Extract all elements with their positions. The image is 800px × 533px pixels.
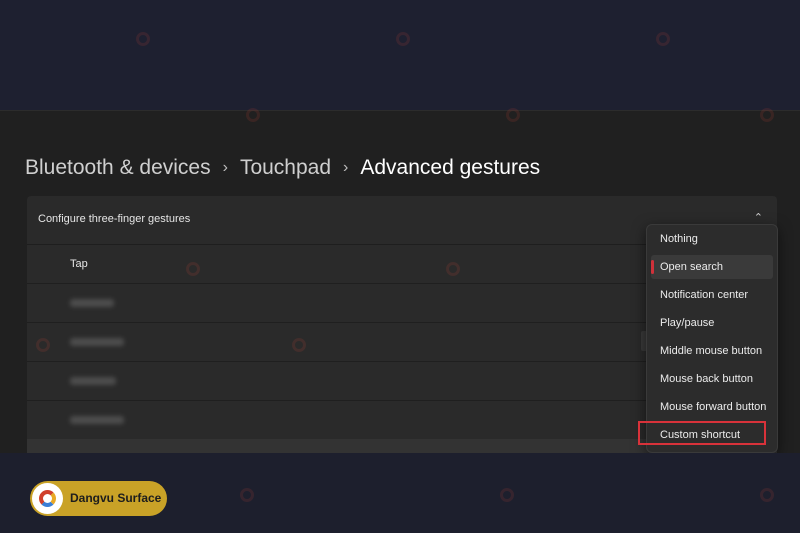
gesture-row-label: Tap — [70, 258, 88, 270]
option-label: Open search — [660, 261, 723, 273]
option-label: Mouse back button — [660, 373, 753, 385]
blurred-label — [70, 299, 114, 307]
breadcrumb-separator: › — [222, 159, 228, 176]
option-mouse-forward-button[interactable]: Mouse forward button — [651, 395, 773, 419]
watermark-logo-icon — [656, 32, 670, 46]
breadcrumb-separator: › — [343, 159, 349, 176]
option-nothing[interactable]: Nothing — [651, 227, 773, 251]
watermark-logo-icon — [36, 338, 50, 352]
watermark-logo-icon — [446, 262, 460, 276]
chevron-up-icon[interactable]: ⌃ — [754, 211, 763, 224]
watermark-logo-icon — [246, 108, 260, 122]
watermark-logo-icon — [136, 32, 150, 46]
logo-badge — [32, 483, 63, 514]
breadcrumb-item-touchpad[interactable]: Touchpad — [240, 156, 331, 180]
top-background — [0, 0, 800, 110]
watermark-label: Dangvu Surface — [70, 491, 162, 505]
option-label: Play/pause — [660, 317, 715, 329]
option-mouse-back-button[interactable]: Mouse back button — [651, 367, 773, 391]
blurred-label — [70, 338, 124, 346]
watermark-logo-icon — [760, 488, 774, 502]
option-middle-mouse-button[interactable]: Middle mouse button — [651, 339, 773, 363]
watermark-logo-icon — [240, 488, 254, 502]
dangvu-surface-watermark: Dangvu Surface — [30, 481, 167, 516]
custom-shortcut-highlight — [638, 421, 766, 445]
blurred-label — [70, 377, 116, 385]
breadcrumb-item-bluetooth-devices[interactable]: Bluetooth & devices — [25, 156, 211, 180]
page-title: Advanced gestures — [360, 156, 541, 179]
dangvu-logo-icon — [39, 490, 56, 507]
option-open-search[interactable]: Open search — [651, 255, 773, 279]
watermark-logo-icon — [396, 32, 410, 46]
watermark-logo-icon — [186, 262, 200, 276]
option-label: Notification center — [660, 289, 749, 301]
watermark-logo-icon — [292, 338, 306, 352]
blurred-label — [70, 416, 124, 424]
watermark-logo-icon — [500, 488, 514, 502]
watermark-logo-icon — [760, 108, 774, 122]
selected-indicator — [651, 260, 654, 274]
breadcrumb: Bluetooth & devices › Touchpad › Advance… — [25, 153, 540, 183]
option-label: Middle mouse button — [660, 345, 763, 357]
watermark-logo-icon — [506, 108, 520, 122]
option-label: Mouse forward button — [660, 401, 767, 413]
option-play-pause[interactable]: Play/pause — [651, 311, 773, 335]
card-title: Configure three-finger gestures — [38, 213, 191, 225]
option-notification-center[interactable]: Notification center — [651, 283, 773, 307]
gesture-action-dropdown[interactable]: Nothing Open search Notification center … — [646, 224, 778, 453]
option-label: Nothing — [660, 233, 698, 245]
